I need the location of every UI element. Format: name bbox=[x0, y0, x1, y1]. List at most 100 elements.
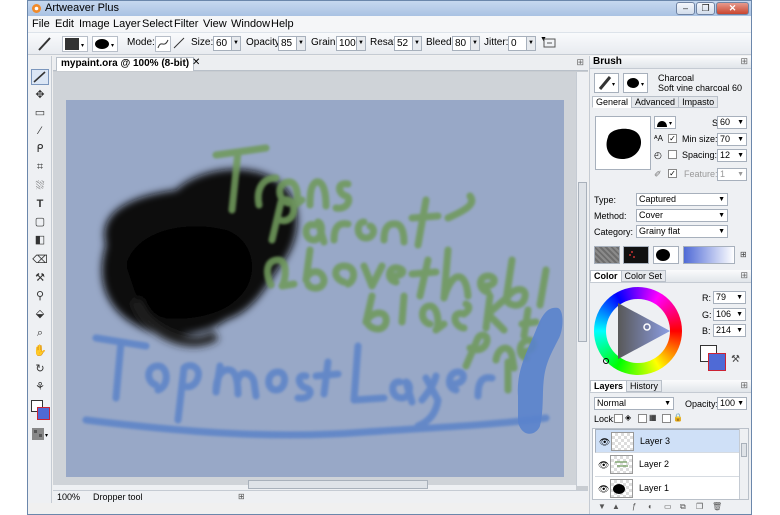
layer-visibility-eye-icon[interactable]: 👁 bbox=[598, 460, 609, 471]
layer-visibility-eye-icon[interactable]: 👁 bbox=[599, 437, 610, 448]
move-tool-icon[interactable]: ✥ bbox=[31, 87, 49, 103]
category-select[interactable]: Grainy flat ▼ bbox=[636, 225, 728, 238]
delete-layer-icon[interactable]: 🗑 bbox=[712, 502, 722, 511]
g-arrow[interactable]: ▼ bbox=[736, 309, 743, 320]
type-arrow[interactable]: ▼ bbox=[718, 194, 725, 205]
layers-scrollbar[interactable] bbox=[739, 429, 748, 499]
menu-help[interactable]: Help bbox=[271, 18, 294, 30]
document-tab-title[interactable]: mypaint.ora @ 100% (8-bit) bbox=[56, 57, 195, 71]
tab-general[interactable]: General bbox=[592, 96, 633, 108]
rotate-tool-icon[interactable]: ↻ bbox=[31, 361, 49, 377]
vertical-scrollbar[interactable] bbox=[576, 72, 588, 486]
tab-color-set[interactable]: Color Set bbox=[620, 270, 667, 282]
feature-input[interactable]: 1 ▼ bbox=[717, 168, 747, 181]
min-size-arrow[interactable]: ▼ bbox=[737, 134, 744, 145]
brush-size-arrow[interactable]: ▼ bbox=[737, 117, 744, 128]
mode-straight-line-button[interactable] bbox=[172, 36, 186, 52]
paint-bucket-tool-icon[interactable]: ⬙ bbox=[31, 306, 49, 322]
gradient-tool-icon[interactable]: ◧ bbox=[31, 232, 49, 248]
menu-image[interactable]: Image bbox=[79, 18, 110, 30]
r-arrow[interactable]: ▼ bbox=[736, 292, 743, 303]
maximize-button[interactable]: ❐ bbox=[696, 2, 715, 15]
feature-checkbox[interactable]: ✓ bbox=[668, 169, 677, 178]
dropper-tool-icon[interactable]: ⚲ bbox=[31, 288, 49, 304]
brush-preset-picker[interactable]: ▾ bbox=[62, 36, 88, 52]
brush-panel-pin-icon[interactable]: ⊞ bbox=[740, 56, 748, 67]
rectangle-select-tool-icon[interactable]: ▭ bbox=[31, 105, 49, 121]
painting-canvas[interactable] bbox=[66, 100, 564, 477]
blend-mode-arrow[interactable]: ▼ bbox=[664, 398, 671, 409]
brush-preset-thumb[interactable]: ▾ bbox=[594, 73, 619, 93]
opacity-dropdown-arrow[interactable]: ▼ bbox=[296, 37, 305, 50]
brush-shape-thumb[interactable]: ▾ bbox=[623, 73, 648, 93]
texture-options-icon[interactable]: ⊞ bbox=[740, 250, 747, 259]
bleed-dropdown-arrow[interactable]: ▼ bbox=[470, 37, 479, 50]
type-select[interactable]: Captured ▼ bbox=[636, 193, 728, 206]
size-input[interactable]: 60 ▼ bbox=[213, 36, 241, 51]
min-size-input[interactable]: 70 ▼ bbox=[717, 133, 747, 146]
foreground-color-preview[interactable] bbox=[708, 353, 726, 371]
brush-settings-icon[interactable] bbox=[542, 36, 558, 52]
tab-color[interactable]: Color bbox=[590, 270, 622, 282]
layer-row[interactable]: 👁 Layer 2 bbox=[595, 453, 740, 477]
hand-tool-icon[interactable]: ✋ bbox=[31, 343, 49, 359]
layer-down-icon[interactable]: ▼ bbox=[598, 502, 606, 511]
grain-dropdown-arrow[interactable]: ▼ bbox=[356, 37, 365, 50]
bleed-input[interactable]: 80 ▼ bbox=[452, 36, 480, 51]
magic-wand-tool-icon[interactable]: ⁄ bbox=[31, 123, 49, 139]
layer-row[interactable]: 👁 Layer 1 bbox=[595, 477, 740, 499]
crop-tool-icon[interactable]: ⌗ bbox=[31, 159, 49, 175]
paper-texture-picker[interactable] bbox=[594, 246, 620, 264]
clone-stamp-tool-icon[interactable]: ⚒ bbox=[31, 270, 49, 286]
pattern-picker[interactable] bbox=[623, 246, 649, 264]
menu-window[interactable]: Window bbox=[231, 18, 270, 30]
close-window-button[interactable]: ✕ bbox=[716, 2, 749, 15]
status-info-icon[interactable]: ⊞ bbox=[238, 492, 245, 501]
vertical-scroll-thumb[interactable] bbox=[578, 182, 587, 342]
color-wheel[interactable] bbox=[594, 287, 682, 375]
b-arrow[interactable]: ▼ bbox=[736, 325, 743, 336]
texture-picker-icon[interactable]: ▾ bbox=[31, 427, 51, 443]
perspective-tool-icon[interactable]: ⛆ bbox=[31, 178, 49, 194]
text-tool-icon[interactable]: T bbox=[31, 196, 49, 212]
color-stamp-icon[interactable]: ⚒ bbox=[731, 354, 740, 365]
foreground-color-swatch[interactable] bbox=[37, 407, 50, 420]
layer-up-icon[interactable]: ▲ bbox=[612, 502, 620, 511]
lock-position-checkbox[interactable] bbox=[662, 414, 671, 423]
layer-group-icon[interactable]: ▭ bbox=[664, 502, 672, 511]
b-input[interactable]: 214 ▼ bbox=[713, 324, 746, 337]
spacing-arrow[interactable]: ▼ bbox=[737, 150, 744, 161]
gradient-picker[interactable] bbox=[683, 246, 735, 264]
opacity-input[interactable]: 85 ▼ bbox=[278, 36, 306, 51]
layer-merge-icon[interactable]: ⧉ bbox=[680, 502, 686, 512]
horizontal-scroll-thumb[interactable] bbox=[248, 480, 428, 489]
layer-mask-icon[interactable]: ◐ bbox=[648, 502, 653, 511]
tab-advanced[interactable]: Advanced bbox=[631, 96, 680, 108]
method-arrow[interactable]: ▼ bbox=[718, 210, 725, 221]
color-panel-pin-icon[interactable]: ⊞ bbox=[740, 270, 748, 281]
lasso-tool-icon[interactable]: ᑭ bbox=[31, 141, 49, 157]
spacing-input[interactable]: 12 ▼ bbox=[717, 149, 747, 162]
zoom-tool-icon[interactable]: ⌕ bbox=[31, 325, 49, 341]
document-close-icon[interactable]: ✕ bbox=[192, 57, 200, 68]
lock-pixels-checkbox[interactable] bbox=[638, 414, 647, 423]
jitter-input[interactable]: 0 ▼ bbox=[508, 36, 536, 51]
color-swatches[interactable] bbox=[31, 400, 51, 422]
nozzle-picker[interactable] bbox=[653, 246, 679, 264]
method-select[interactable]: Cover ▼ bbox=[636, 209, 728, 222]
resat-dropdown-arrow[interactable]: ▼ bbox=[412, 37, 421, 50]
blend-mode-select[interactable]: Normal ▼ bbox=[594, 397, 674, 410]
brush-tip-shape-button[interactable]: ▾ bbox=[654, 116, 676, 129]
lock-transparency-checkbox[interactable] bbox=[614, 414, 623, 423]
r-input[interactable]: 79 ▼ bbox=[713, 291, 746, 304]
mode-freehand-button[interactable] bbox=[155, 36, 171, 52]
menu-view[interactable]: View bbox=[203, 18, 227, 30]
menu-filter[interactable]: Filter bbox=[174, 18, 198, 30]
brush-shape-picker[interactable]: ▾ bbox=[92, 36, 118, 52]
spacing-checkbox[interactable] bbox=[668, 150, 677, 159]
layer-row[interactable]: 👁 Layer 3 bbox=[595, 429, 740, 453]
resat-input[interactable]: 52 ▼ bbox=[394, 36, 422, 51]
new-layer-icon[interactable]: ❐ bbox=[696, 502, 703, 511]
menu-layer[interactable]: Layer bbox=[113, 18, 141, 30]
document-pin-icon[interactable]: ⊞ bbox=[576, 57, 584, 68]
